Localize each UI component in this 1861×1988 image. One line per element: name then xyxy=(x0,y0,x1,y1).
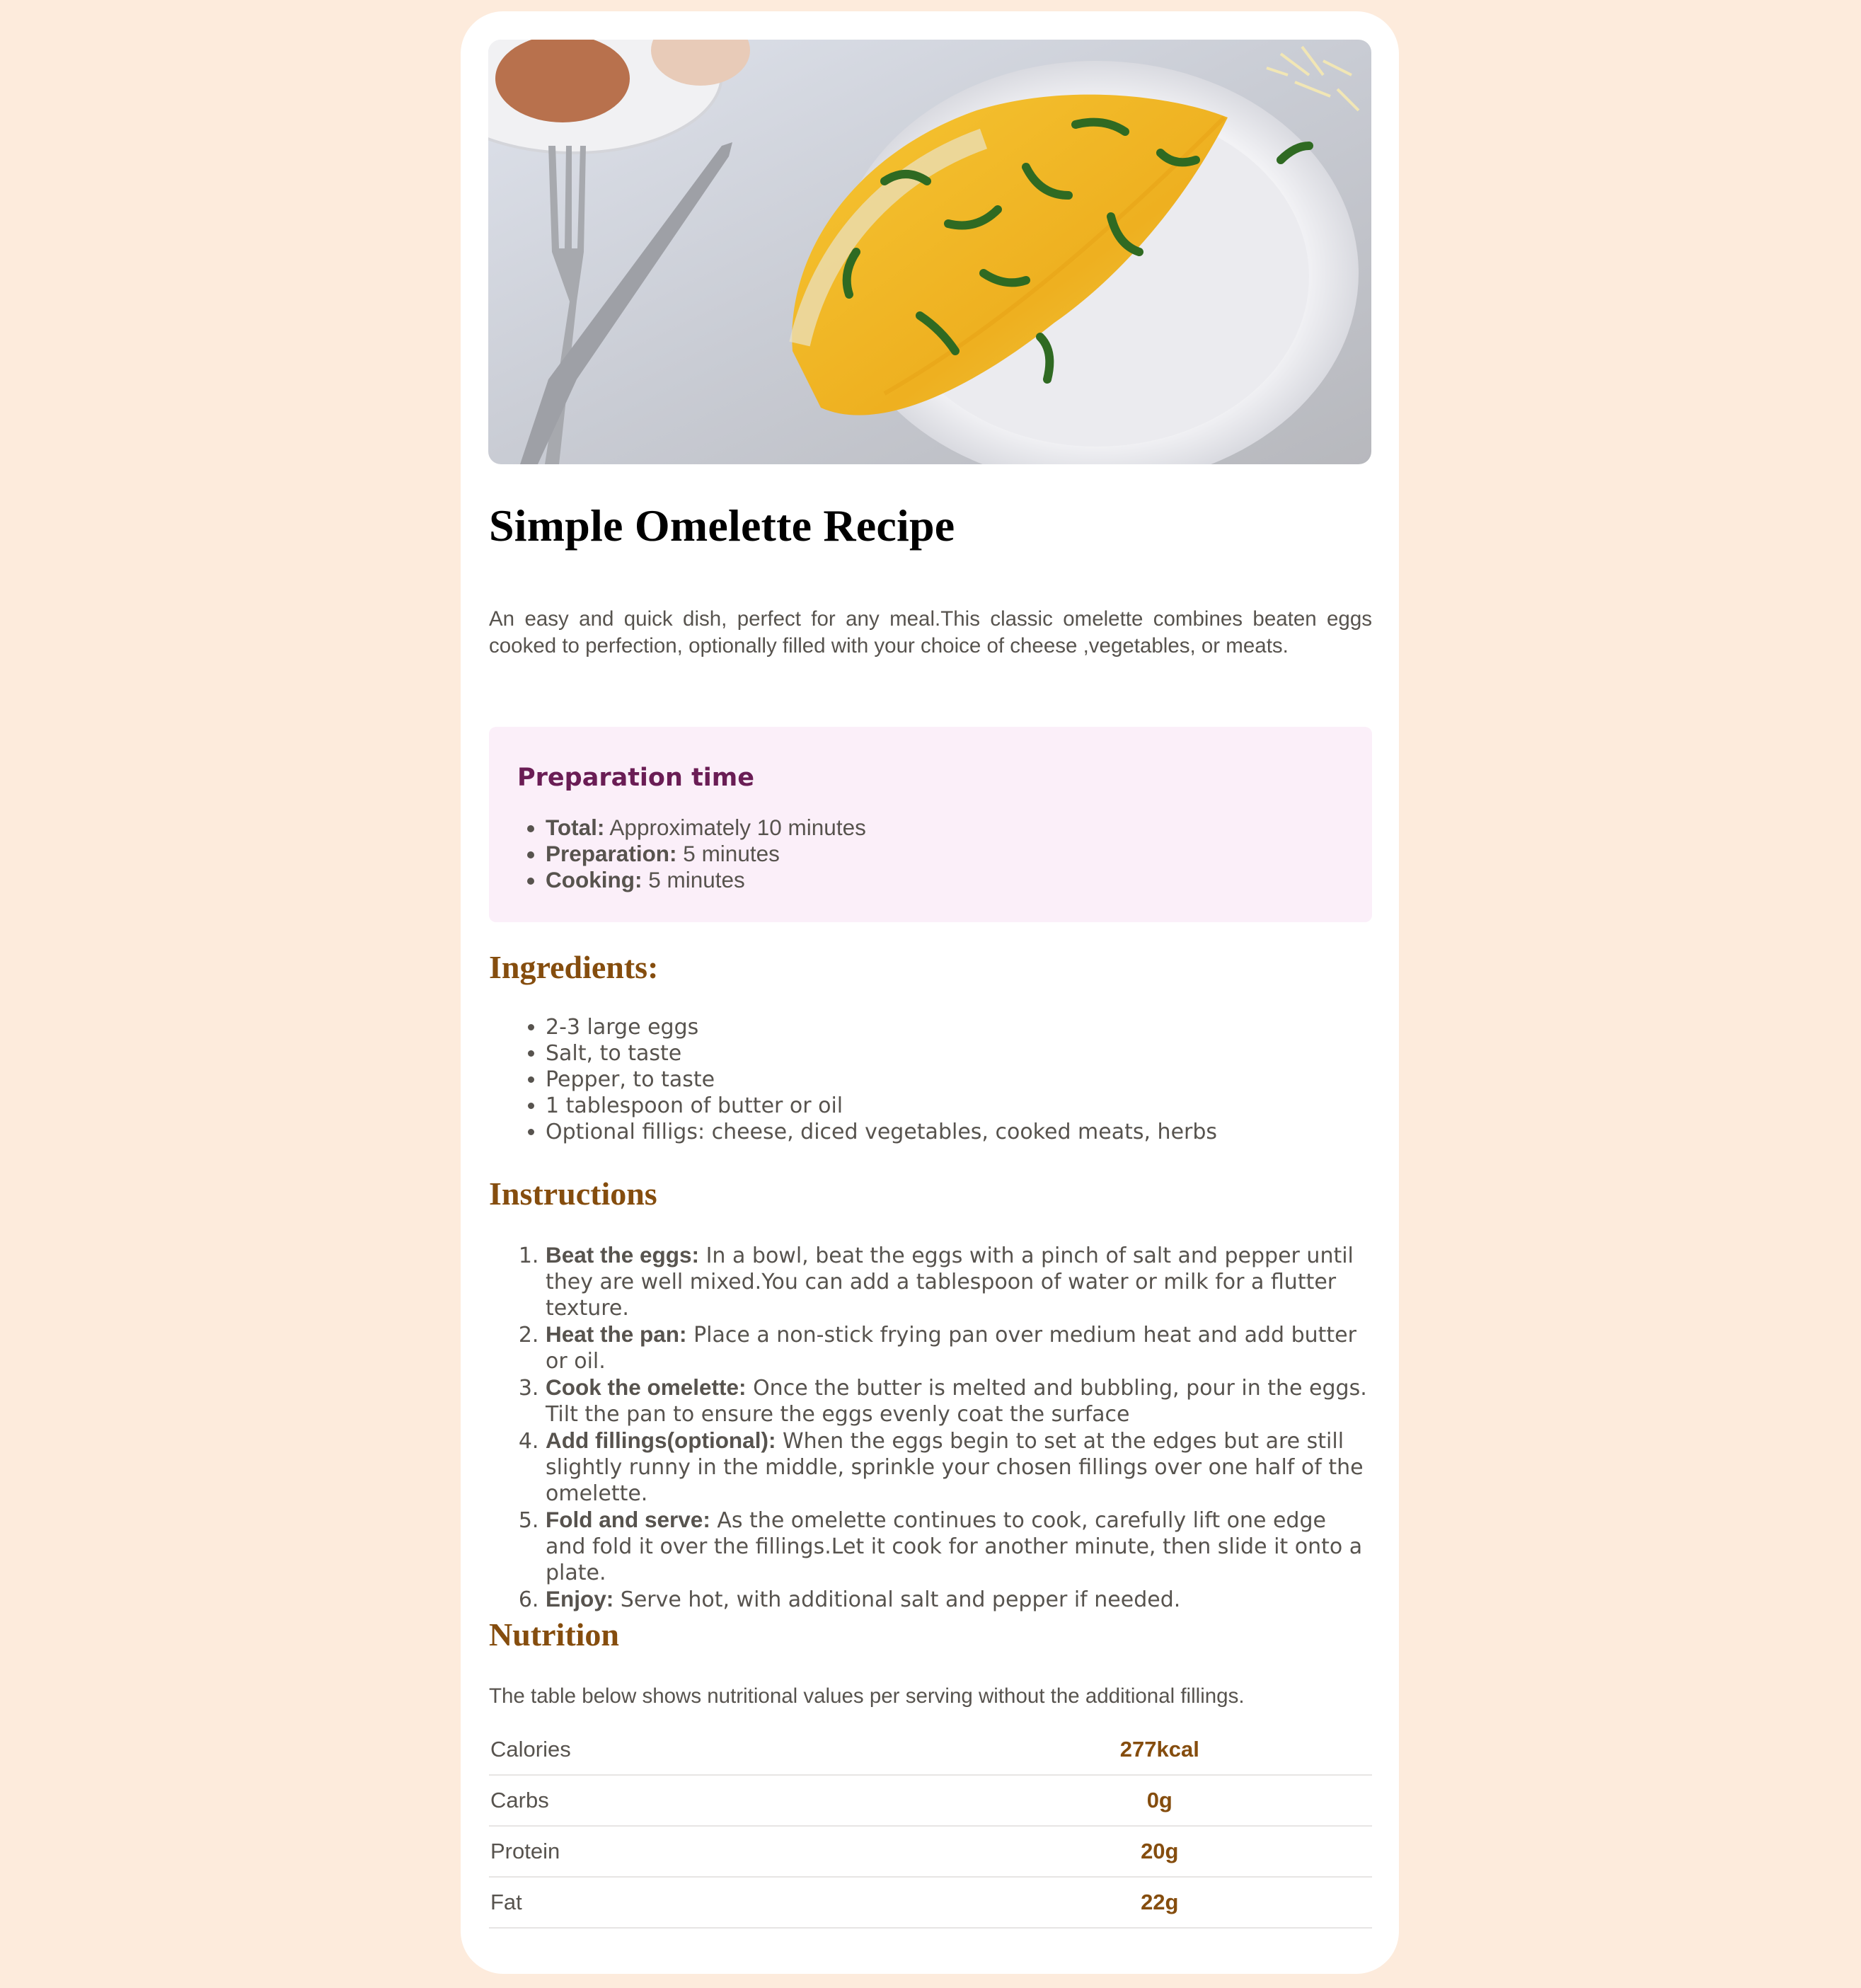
ingredients-list: 2-3 large eggs Salt, to taste Pepper, to… xyxy=(489,1014,1217,1145)
preparation-heading: Preparation time xyxy=(517,764,755,792)
preparation-item-value: 5 minutes xyxy=(676,841,780,866)
nutrition-label: Calories xyxy=(489,1725,947,1776)
nutrition-heading: Nutrition xyxy=(489,1616,619,1653)
recipe-card xyxy=(461,11,1399,1974)
nutrition-table: Calories 277kcal Carbs 0g Protein 20g Fa… xyxy=(489,1725,1372,1929)
instruction-step: Cook the omelette: Once the butter is me… xyxy=(546,1374,1372,1427)
instruction-step-label: Beat the eggs: xyxy=(546,1242,700,1268)
preparation-list: Total: Approximately 10 minutes Preparat… xyxy=(517,815,1344,893)
table-row: Calories 277kcal xyxy=(489,1725,1372,1776)
instructions-list: Beat the eggs: In a bowl, beat the eggs … xyxy=(489,1242,1372,1613)
omelette-image xyxy=(488,40,1371,464)
instruction-step: Enjoy: Serve hot, with additional salt a… xyxy=(546,1586,1372,1613)
preparation-item: Total: Approximately 10 minutes xyxy=(546,815,1344,841)
ingredient-item: 2-3 large eggs xyxy=(546,1014,1217,1040)
instruction-step: Beat the eggs: In a bowl, beat the eggs … xyxy=(546,1242,1372,1321)
nutrition-intro: The table below shows nutritional values… xyxy=(489,1684,1245,1708)
nutrition-value: 22g xyxy=(947,1877,1372,1929)
page-title: Simple Omelette Recipe xyxy=(489,500,955,551)
ingredients-heading: Ingredients: xyxy=(489,949,659,985)
nutrition-label: Carbs xyxy=(489,1775,947,1827)
instruction-step: Add fillings(optional): When the eggs be… xyxy=(546,1427,1372,1507)
instruction-step: Heat the pan: Place a non-stick frying p… xyxy=(546,1321,1372,1374)
nutrition-value: 20g xyxy=(947,1826,1372,1878)
instruction-step-label: Heat the pan: xyxy=(546,1321,687,1347)
nutrition-value: 277kcal xyxy=(947,1725,1372,1776)
preparation-item: Preparation: 5 minutes xyxy=(546,841,1344,867)
nutrition-label: Protein xyxy=(489,1826,947,1878)
preparation-item-value: 5 minutes xyxy=(642,867,745,892)
preparation-time-box: Preparation time Total: Approximately 10… xyxy=(489,727,1372,922)
table-row: Fat 22g xyxy=(489,1877,1372,1929)
instruction-step-text: Serve hot, with additional salt and pepp… xyxy=(613,1587,1181,1612)
nutrition-label: Fat xyxy=(489,1877,947,1929)
table-row: Carbs 0g xyxy=(489,1775,1372,1827)
ingredient-item: Salt, to taste xyxy=(546,1040,1217,1067)
instruction-step-label: Enjoy: xyxy=(546,1586,614,1611)
preparation-item-value: Approximately 10 minutes xyxy=(604,815,866,840)
ingredient-item: 1 tablespoon of butter or oil xyxy=(546,1093,1217,1119)
preparation-item-label: Cooking: xyxy=(546,867,643,892)
omelette-photo-illustration xyxy=(488,40,1371,464)
preparation-item-label: Preparation: xyxy=(546,841,677,866)
ingredient-item: Optional filligs: cheese, diced vegetabl… xyxy=(546,1119,1217,1145)
preparation-item-label: Total: xyxy=(546,815,605,840)
instruction-step-label: Fold and serve: xyxy=(546,1507,710,1532)
instruction-step-label: Cook the omelette: xyxy=(546,1374,747,1400)
table-row: Protein 20g xyxy=(489,1826,1372,1878)
instructions-heading: Instructions xyxy=(489,1176,657,1212)
instruction-step-label: Add fillings(optional): xyxy=(546,1427,776,1453)
instruction-step: Fold and serve: As the omelette continue… xyxy=(546,1507,1372,1586)
recipe-description: An easy and quick dish, perfect for any … xyxy=(489,607,1372,657)
nutrition-value: 0g xyxy=(947,1775,1372,1827)
ingredient-item: Pepper, to taste xyxy=(546,1067,1217,1093)
preparation-item: Cooking: 5 minutes xyxy=(546,867,1344,893)
